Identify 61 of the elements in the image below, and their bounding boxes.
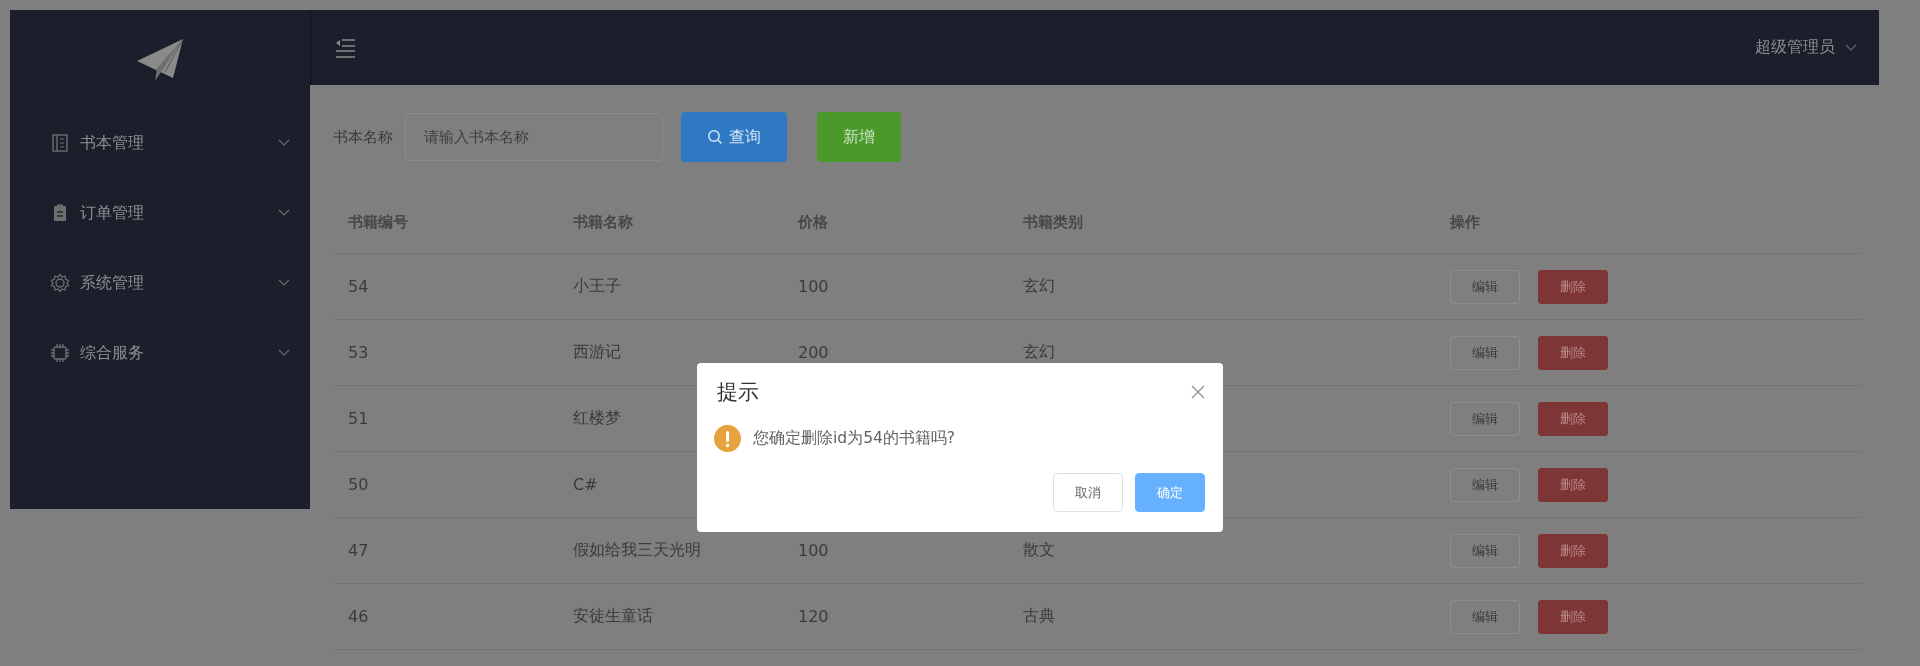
gear-icon — [50, 273, 70, 293]
column-header: 书籍类别 — [1023, 212, 1083, 231]
edit-button[interactable]: 编辑 — [1450, 467, 1520, 502]
table-cell: 120 — [798, 607, 829, 626]
table-cell: 玄幻 — [1023, 276, 1055, 295]
column-header: 书籍名称 — [573, 212, 633, 231]
table-cell: 古典 — [1023, 606, 1055, 625]
sidebar-item-label: 订单管理 — [80, 202, 145, 224]
sidebar-item[interactable]: 书本管理 — [10, 108, 310, 178]
column-header: 书籍编号 — [348, 212, 408, 231]
search-button[interactable]: 查询 — [681, 112, 787, 162]
table-cell: 50 — [348, 475, 369, 494]
column-header: 价格 — [798, 212, 828, 231]
edit-button[interactable]: 编辑 — [1450, 533, 1520, 568]
edit-button[interactable]: 编辑 — [1450, 401, 1520, 436]
table-cell: 100 — [798, 277, 829, 296]
table-cell: 小王子 — [573, 276, 621, 295]
cancel-button[interactable]: 取消 — [1053, 473, 1123, 512]
chip-icon — [50, 343, 70, 363]
sidebar-item[interactable]: 订单管理 — [10, 178, 310, 248]
dialog-title: 提示 — [717, 379, 759, 406]
sidebar-item[interactable]: 综合服务 — [10, 318, 310, 388]
column-header: 操作 — [1450, 212, 1480, 231]
close-icon[interactable] — [1191, 385, 1205, 399]
delete-button[interactable]: 删除 — [1538, 467, 1608, 502]
delete-button[interactable]: 删除 — [1538, 401, 1608, 436]
table-cell: 安徒生童话 — [573, 606, 653, 625]
table-cell: C# — [573, 475, 598, 494]
table-cell: 47 — [348, 541, 369, 560]
sidebar-item-label: 综合服务 — [80, 342, 145, 364]
table-cell: 100 — [798, 541, 829, 560]
sidebar-item[interactable]: 系统管理 — [10, 248, 310, 318]
table-cell: 200 — [798, 343, 829, 362]
table-cell: 46 — [348, 607, 369, 626]
edit-button[interactable]: 编辑 — [1450, 599, 1520, 634]
table-cell: 散文 — [1023, 540, 1055, 559]
table-cell: 西游记 — [573, 342, 621, 361]
book-icon — [50, 133, 70, 153]
search-field[interactable]: 请输入书本名称 — [405, 113, 663, 161]
table-cell: 54 — [348, 277, 369, 296]
delete-button[interactable]: 删除 — [1538, 269, 1608, 304]
table-cell: 红楼梦 — [573, 408, 621, 427]
search-icon — [707, 129, 723, 145]
table-cell: 玄幻 — [1023, 342, 1055, 361]
edit-button[interactable]: 编辑 — [1450, 269, 1520, 304]
delete-button[interactable]: 删除 — [1538, 599, 1608, 634]
user-menu[interactable]: 超级管理员 — [1755, 37, 1857, 58]
table-cell: 51 — [348, 409, 369, 428]
add-button[interactable]: 新增 — [817, 112, 901, 162]
table-cell: 53 — [348, 343, 369, 362]
field-label: 书本名称 — [333, 127, 393, 147]
sidebar-item-label: 书本管理 — [80, 132, 145, 154]
chevron-icon — [1845, 43, 1857, 52]
confirm-button[interactable]: 确定 — [1135, 473, 1205, 512]
delete-button[interactable]: 删除 — [1538, 335, 1608, 370]
warning-icon — [714, 425, 741, 452]
dialog-message: 您确定删除id为54的书籍吗? — [753, 428, 956, 449]
edit-button[interactable]: 编辑 — [1450, 335, 1520, 370]
sidebar-item-label: 系统管理 — [80, 272, 145, 294]
table-cell: 假如给我三天光明 — [573, 540, 701, 559]
delete-button[interactable]: 删除 — [1538, 533, 1608, 568]
